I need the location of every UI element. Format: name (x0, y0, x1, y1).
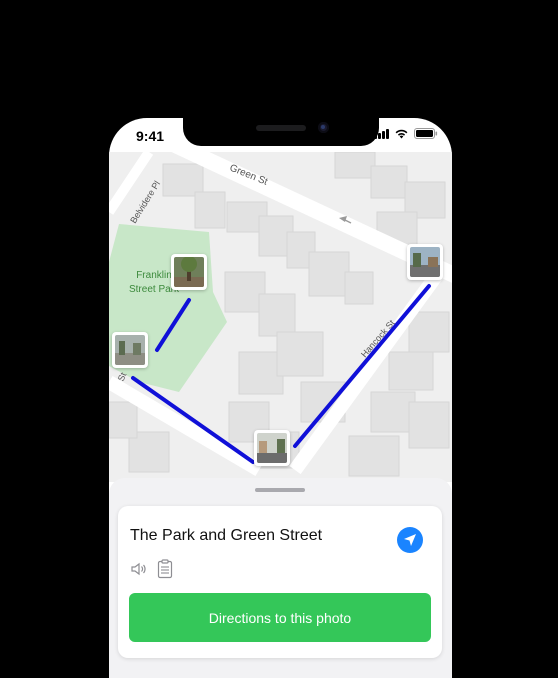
photo-thumbnail-icon (174, 257, 204, 287)
directions-button[interactable]: Directions to this photo (129, 593, 431, 642)
sheet-drag-handle[interactable] (255, 488, 305, 492)
navigation-arrow-icon[interactable] (397, 527, 423, 553)
map-view[interactable]: Green St Belvidere Pl Hancock St St Fran… (109, 152, 452, 482)
photo-info-card: The Park and Green Street Directions to … (118, 506, 442, 658)
notch (183, 118, 379, 146)
earpiece-speaker (256, 125, 306, 131)
status-time: 9:41 (136, 128, 165, 144)
photo-thumbnail-icon (257, 433, 287, 463)
photo-marker-west[interactable] (112, 332, 148, 368)
bottom-sheet[interactable]: The Park and Green Street Directions to … (109, 478, 452, 678)
photo-marker-park[interactable] (171, 254, 207, 290)
photo-title: The Park and Green Street (130, 527, 323, 544)
speaker-icon[interactable] (130, 562, 148, 581)
photo-marker-south[interactable] (254, 430, 290, 466)
wifi-icon (394, 128, 409, 139)
photo-thumbnail-icon (410, 247, 440, 277)
photo-thumbnail-icon (115, 335, 145, 365)
park-label-line-1: Franklin (136, 270, 172, 281)
front-camera (318, 122, 329, 133)
phone-frame: 9:41 Green St Belvidere Pl Hancock St St… (109, 118, 452, 678)
clipboard-icon[interactable] (157, 559, 173, 584)
status-icons (374, 128, 438, 139)
photo-marker-east[interactable] (407, 244, 443, 280)
battery-icon (414, 128, 438, 139)
cellular-signal-icon (374, 128, 389, 139)
